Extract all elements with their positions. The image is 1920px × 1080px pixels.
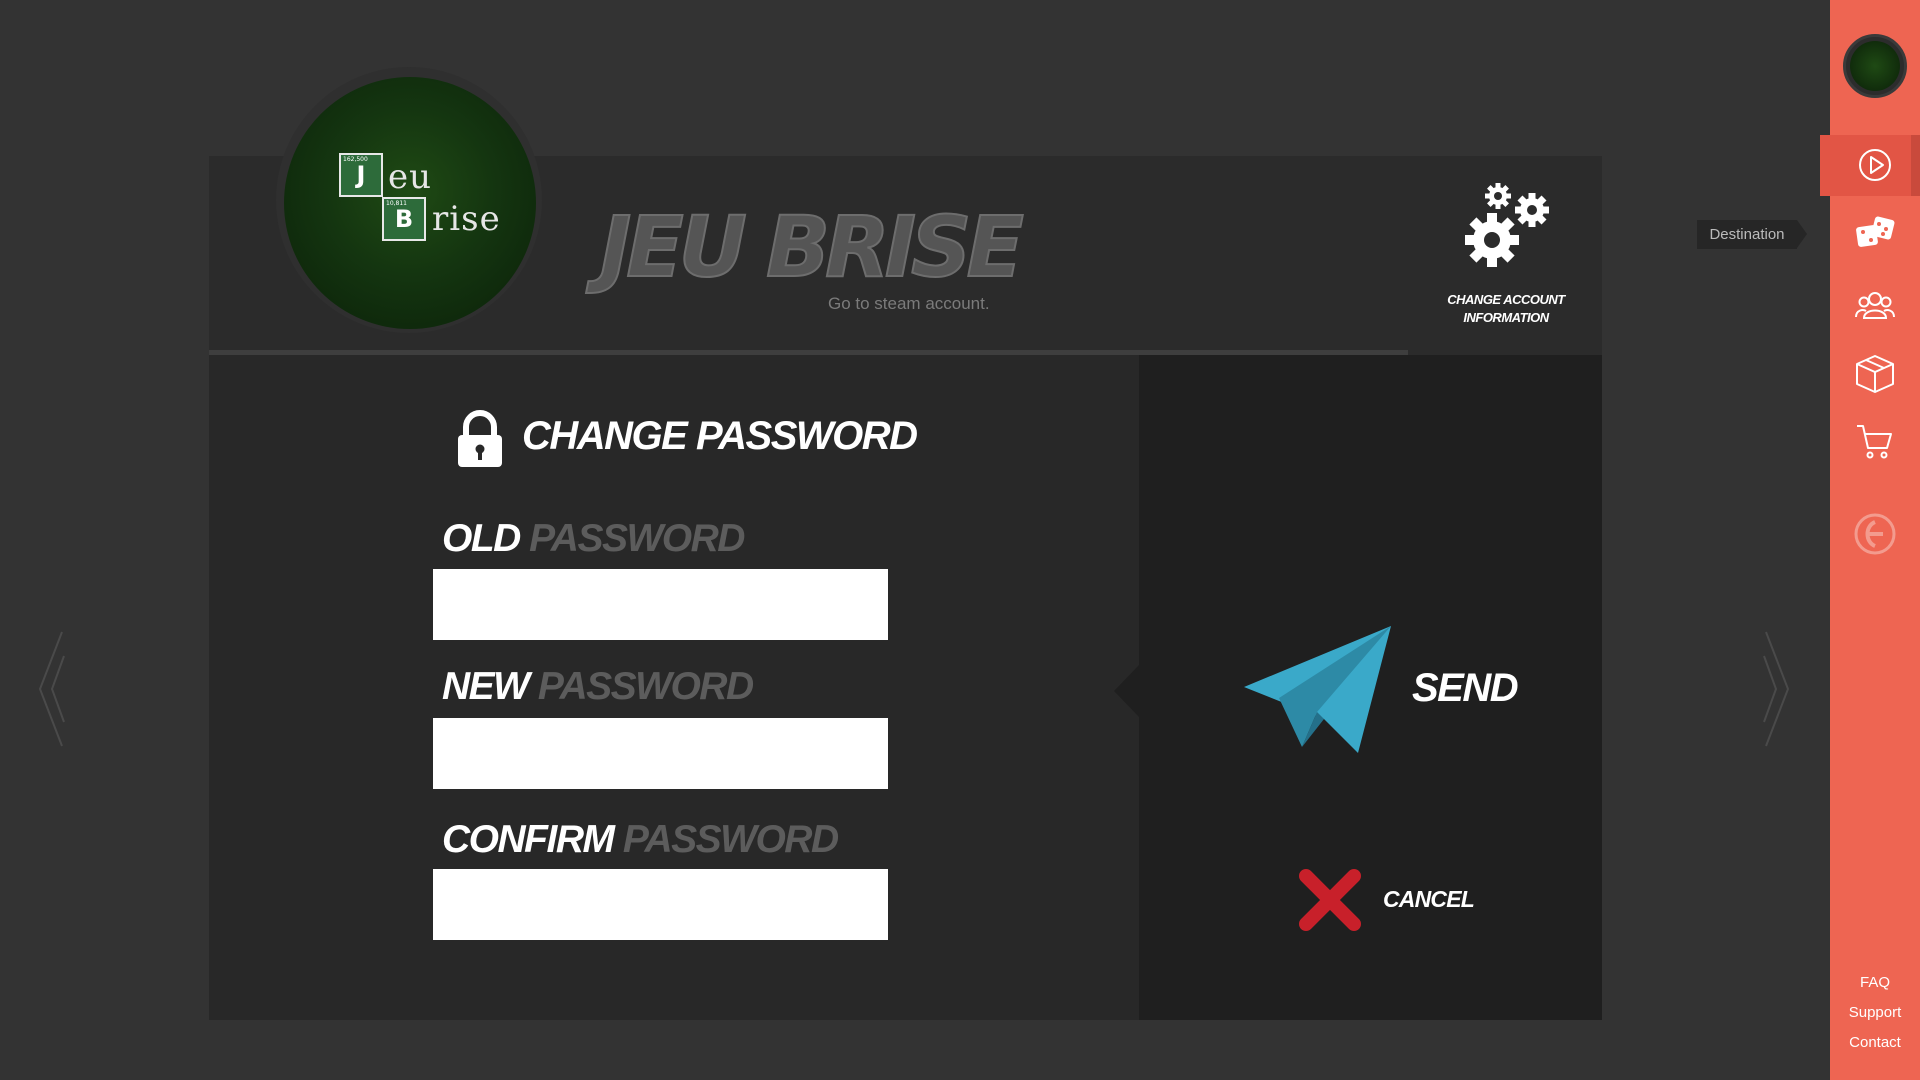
logo-word-rise: rise bbox=[432, 199, 501, 239]
new-password-label-word1: NEW bbox=[442, 665, 530, 708]
brand-title: JEU BRISE bbox=[599, 198, 1025, 296]
cancel-label: CANCEL bbox=[1383, 886, 1475, 912]
confirm-password-label-word2: PASSWORD bbox=[622, 818, 839, 861]
steam-account-link[interactable]: Go to steam account. bbox=[828, 294, 990, 314]
brand-logo: 162,500 J eu 10,811 B rise bbox=[284, 77, 536, 329]
send-label: SEND bbox=[1412, 666, 1519, 710]
dice-icon[interactable] bbox=[1853, 212, 1897, 256]
paper-plane-icon bbox=[1244, 626, 1391, 753]
cancel-x-icon bbox=[1299, 869, 1361, 931]
confirm-password-label-word1: CONFIRM bbox=[442, 818, 615, 861]
logo-faded-icon[interactable] bbox=[1853, 512, 1897, 556]
change-password-title: CHANGE PASSWORD bbox=[522, 414, 918, 458]
change-account-label: CHANGE ACCOUNT INFORMATION bbox=[1430, 291, 1582, 327]
contact-link[interactable]: Contact bbox=[1830, 1034, 1920, 1051]
old-password-label-word1: OLD bbox=[442, 517, 521, 560]
app-stage: 162,500 J eu 10,811 B rise JEU BRISE Go … bbox=[0, 0, 1920, 1080]
support-link[interactable]: Support bbox=[1830, 1004, 1920, 1021]
change-account-label-line2: INFORMATION bbox=[1463, 310, 1549, 325]
lock-icon bbox=[458, 410, 502, 467]
action-panel-notch bbox=[1114, 665, 1139, 717]
logo-letter-b: B bbox=[394, 205, 414, 233]
new-password-input[interactable] bbox=[433, 718, 888, 789]
gears-icon bbox=[1465, 183, 1549, 267]
new-password-label-word2: PASSWORD bbox=[537, 665, 754, 708]
logo-element-b: 10,811 B bbox=[382, 197, 426, 241]
faq-link[interactable]: FAQ bbox=[1830, 974, 1920, 991]
avatar-logo bbox=[1850, 41, 1900, 91]
logo-word-eu: eu bbox=[388, 157, 433, 197]
send-button[interactable]: SEND bbox=[1240, 624, 1520, 754]
logo-letter-j: J bbox=[356, 161, 366, 189]
change-account-label-line1: CHANGE ACCOUNT bbox=[1447, 292, 1565, 307]
users-icon[interactable] bbox=[1853, 284, 1897, 328]
user-avatar[interactable] bbox=[1843, 34, 1907, 98]
logo-element-j: 162,500 J bbox=[339, 153, 383, 197]
old-password-label: OLD PASSWORD bbox=[442, 517, 745, 561]
next-arrow-icon[interactable] bbox=[1762, 630, 1792, 748]
destination-tooltip: Destination bbox=[1697, 220, 1807, 249]
old-password-input[interactable] bbox=[433, 569, 888, 640]
play-icon[interactable] bbox=[1853, 143, 1897, 187]
prev-arrow-icon[interactable] bbox=[36, 630, 66, 748]
logo-number: 10,811 bbox=[386, 200, 407, 207]
new-password-label: NEW PASSWORD bbox=[442, 665, 754, 709]
confirm-password-label: CONFIRM PASSWORD bbox=[442, 818, 839, 862]
box-icon[interactable] bbox=[1853, 352, 1897, 396]
cancel-button[interactable]: CANCEL bbox=[1298, 868, 1498, 932]
old-password-label-word2: PASSWORD bbox=[529, 517, 745, 560]
confirm-password-input[interactable] bbox=[433, 869, 888, 940]
logo-number: 162,500 bbox=[343, 156, 368, 163]
cart-icon[interactable] bbox=[1853, 420, 1897, 464]
sidebar-active-edge bbox=[1911, 135, 1920, 196]
